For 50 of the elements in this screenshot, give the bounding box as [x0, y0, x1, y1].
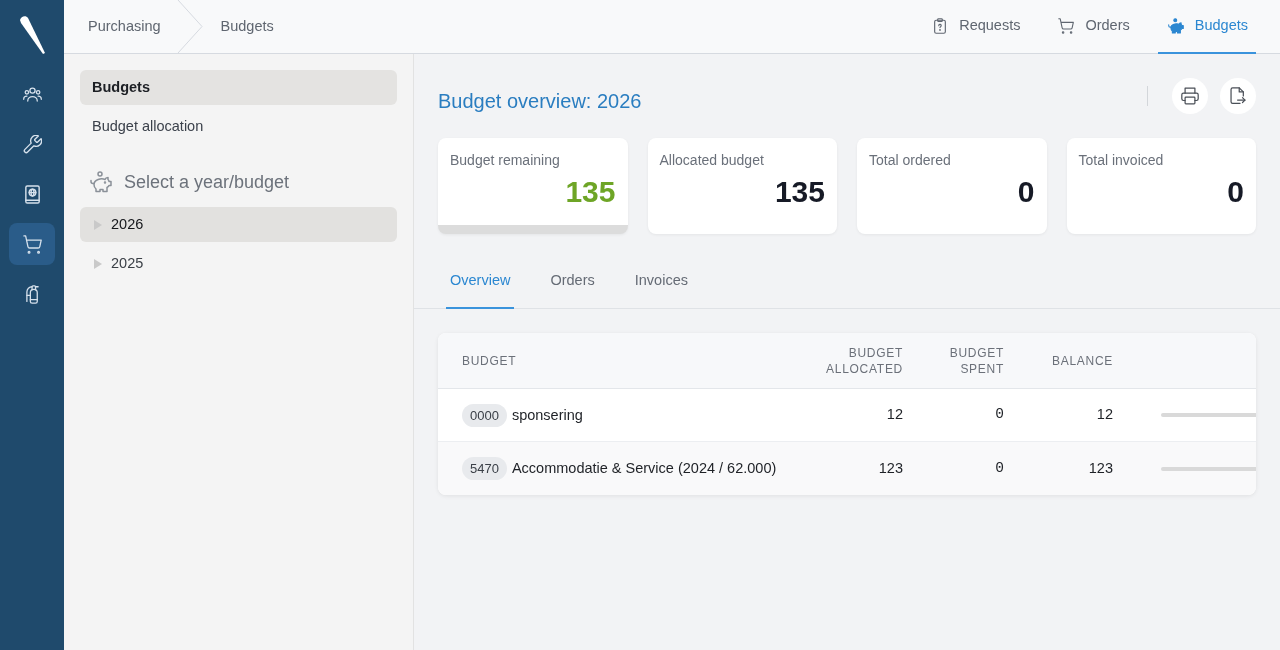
people-icon — [22, 84, 42, 104]
cart-icon — [1058, 18, 1075, 34]
piggy-bank-icon — [90, 171, 112, 193]
tree-item[interactable]: 2025 — [80, 246, 397, 281]
stat-label: Total ordered — [869, 151, 952, 170]
table-cell: 0 — [915, 441, 1016, 495]
stat-label: Budget remaining — [450, 151, 561, 170]
file-export-icon — [1229, 87, 1247, 105]
table-cell: 12 — [815, 388, 915, 442]
cart-nav-button[interactable] — [9, 223, 55, 265]
stat-label: Allocated budget — [659, 151, 765, 170]
sidebar-item[interactable]: Budget allocation — [80, 109, 397, 144]
breadcrumb-link[interactable]: Budgets — [220, 15, 274, 38]
top-nav-tab[interactable]: Budgets — [1157, 0, 1256, 54]
column-header: BUDGET SPENT — [915, 332, 1016, 389]
export-button[interactable] — [1220, 78, 1256, 114]
column-header: BUDGET — [438, 332, 815, 389]
table-cell: 0 — [915, 388, 1016, 442]
tab[interactable]: Orders — [546, 260, 599, 309]
clipboard-question-icon — [932, 18, 949, 34]
stat-label: Total invoiced — [1078, 151, 1165, 170]
budget-name: sponsering — [511, 406, 583, 423]
page-title: Budget overview: 2026 — [438, 89, 642, 113]
column-header: BALANCE — [1016, 332, 1125, 389]
stat-value: 0 — [1226, 174, 1244, 210]
budget-code-tag: 5470 — [462, 456, 507, 481]
cart-icon — [22, 234, 42, 254]
stat-value: 135 — [564, 174, 616, 210]
breadcrumb-link[interactable]: Purchasing — [64, 15, 161, 38]
stat-value: 0 — [1016, 174, 1035, 210]
sidebar-item[interactable]: Budgets — [80, 70, 397, 105]
tree-item[interactable]: 2026 — [80, 207, 397, 242]
tab[interactable]: Invoices — [630, 260, 692, 309]
table-cell: 123 — [1016, 441, 1125, 495]
budget-name: Accommodatie & Service (2024 / 62.000) — [511, 459, 777, 476]
top-nav-tab[interactable]: Requests — [922, 0, 1029, 54]
table-cell: 123 — [815, 441, 915, 495]
logo-icon — [18, 14, 46, 54]
section-heading: Select a year/budget — [124, 170, 290, 194]
print-button[interactable] — [1172, 78, 1208, 114]
top-nav-tab[interactable]: Orders — [1048, 0, 1138, 54]
budget-code-tag: 0000 — [462, 403, 507, 427]
tab[interactable]: Overview — [446, 260, 515, 309]
book-globe-icon — [22, 184, 42, 204]
column-header: BUDGET ALLOCATED — [815, 332, 915, 389]
wrench-icon — [22, 134, 42, 154]
printer-icon — [1181, 87, 1199, 105]
table-cell: 12 — [1016, 388, 1125, 442]
stat-value: 135 — [773, 174, 825, 210]
piggy-bank-icon — [1167, 18, 1184, 34]
